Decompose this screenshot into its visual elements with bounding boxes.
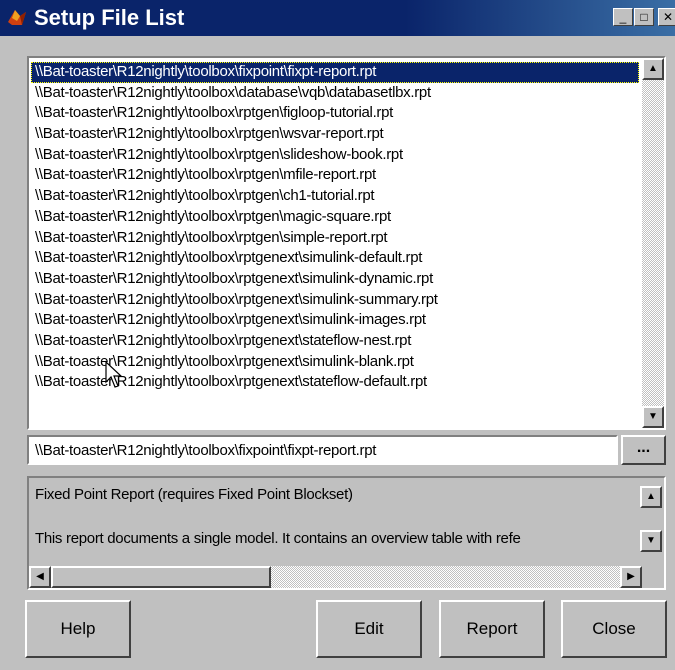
scroll-up-icon: ▲ <box>648 63 658 74</box>
description-title: Fixed Point Report (requires Fixed Point… <box>35 486 353 503</box>
scroll-left-icon: ◀ <box>36 571 44 582</box>
scroll-up-icon: ▲ <box>646 491 656 502</box>
list-item[interactable]: \\Bat-toaster\R12nightly\toolbox\rptgen\… <box>31 207 639 228</box>
horizontal-scroll-thumb[interactable] <box>51 566 271 588</box>
scroll-down-icon: ▼ <box>646 535 656 546</box>
scroll-down-icon: ▼ <box>648 411 658 422</box>
scroll-down-button[interactable]: ▼ <box>642 406 664 428</box>
description-text: This report documents a single model. It… <box>35 530 521 547</box>
browse-button[interactable]: ... <box>621 435 666 465</box>
scroll-left-button[interactable]: ◀ <box>29 566 51 588</box>
list-item[interactable]: \\Bat-toaster\R12nightly\toolbox\rptgene… <box>31 290 639 311</box>
matlab-logo-icon <box>8 10 26 25</box>
list-item[interactable]: \\Bat-toaster\R12nightly\toolbox\rptgene… <box>31 269 639 290</box>
list-item[interactable]: \\Bat-toaster\R12nightly\toolbox\rptgen\… <box>31 124 639 145</box>
desc-scroll-up-button[interactable]: ▲ <box>640 486 662 508</box>
list-item[interactable]: \\Bat-toaster\R12nightly\toolbox\rptgen\… <box>31 228 639 249</box>
list-item[interactable]: \\Bat-toaster\R12nightly\toolbox\rptgen\… <box>31 165 639 186</box>
list-item[interactable]: \\Bat-toaster\R12nightly\toolbox\rptgen\… <box>31 145 639 166</box>
file-path-input[interactable]: \\Bat-toaster\R12nightly\toolbox\fixpoin… <box>27 435 618 465</box>
vertical-scrollbar[interactable]: ▲ ▼ <box>642 58 664 428</box>
list-item[interactable]: \\Bat-toaster\R12nightly\toolbox\rptgene… <box>31 331 639 352</box>
description-box[interactable]: Fixed Point Report (requires Fixed Point… <box>27 476 666 590</box>
list-item[interactable]: \\Bat-toaster\R12nightly\toolbox\rptgene… <box>31 310 639 331</box>
scroll-right-button[interactable]: ▶ <box>620 566 642 588</box>
maximize-button[interactable]: □ <box>634 8 654 26</box>
desc-scroll-down-button[interactable]: ▼ <box>640 530 662 552</box>
help-button[interactable]: Help <box>25 600 131 658</box>
list-item[interactable]: \\Bat-toaster\R12nightly\toolbox\rptgene… <box>31 248 639 269</box>
close-window-button[interactable]: ✕ <box>658 8 675 26</box>
report-button[interactable]: Report <box>439 600 545 658</box>
list-item[interactable]: \\Bat-toaster\R12nightly\toolbox\fixpoin… <box>31 62 639 83</box>
mouse-pointer-icon <box>105 360 123 388</box>
window-title: Setup File List <box>34 5 185 30</box>
list-item[interactable]: \\Bat-toaster\R12nightly\toolbox\databas… <box>31 83 639 104</box>
title-bar[interactable]: Setup File List _ □ ✕ <box>0 0 675 36</box>
minimize-button[interactable]: _ <box>613 8 633 26</box>
horizontal-scrollbar[interactable]: ◀ ▶ <box>29 566 642 588</box>
scroll-right-icon: ▶ <box>627 571 635 582</box>
file-list-items: \\Bat-toaster\R12nightly\toolbox\fixpoin… <box>31 62 639 393</box>
file-path-value: \\Bat-toaster\R12nightly\toolbox\fixpoin… <box>35 442 377 459</box>
list-item[interactable]: \\Bat-toaster\R12nightly\toolbox\rptgen\… <box>31 103 639 124</box>
scroll-up-button[interactable]: ▲ <box>642 58 664 80</box>
edit-button[interactable]: Edit <box>316 600 422 658</box>
close-button[interactable]: Close <box>561 600 667 658</box>
list-item[interactable]: \\Bat-toaster\R12nightly\toolbox\rptgen\… <box>31 186 639 207</box>
